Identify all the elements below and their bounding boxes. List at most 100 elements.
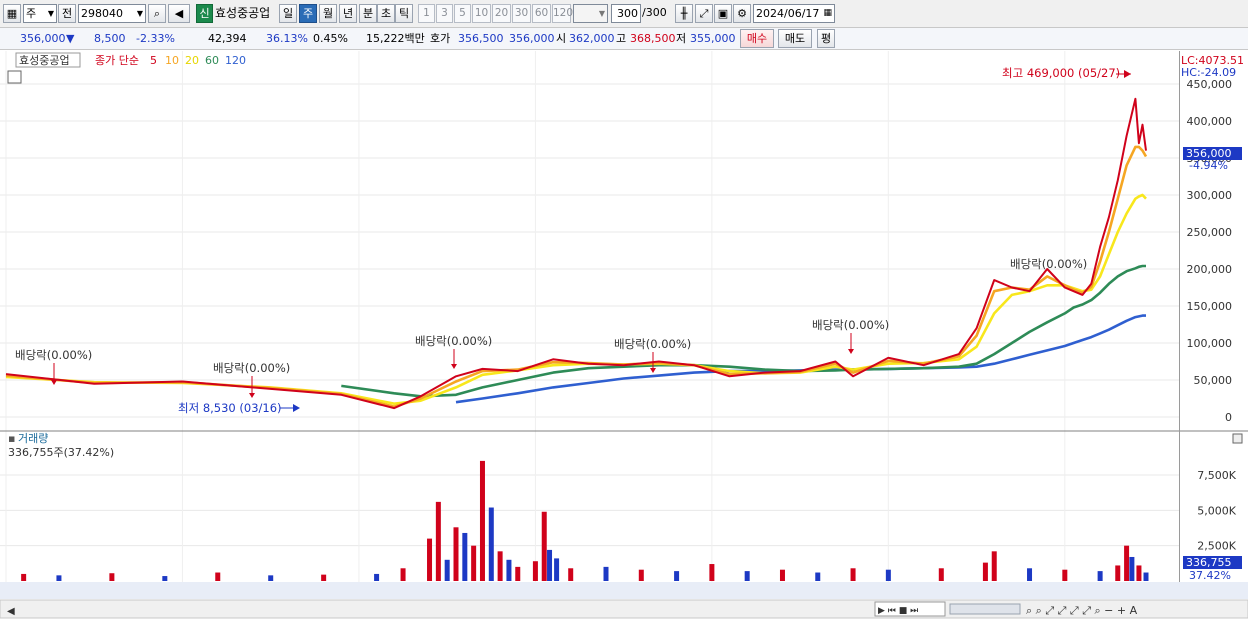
period-year-button[interactable]: 년 — [339, 4, 357, 23]
date-input[interactable]: 2024/06/17 ▦ — [753, 4, 835, 23]
code-input[interactable]: 298040 ▼ — [78, 4, 146, 23]
avg-button[interactable]: 평 — [817, 29, 835, 48]
last-volume-value: 336,755 — [1186, 556, 1232, 569]
buy-button[interactable]: 매수 — [740, 29, 774, 48]
candle-icon[interactable]: ╫ — [675, 4, 693, 23]
volume-tick-label: 2,500K — [1197, 540, 1236, 553]
volume-axis: 7,500K 5,000K 2,500K — [1197, 469, 1236, 553]
volume-bar — [162, 576, 168, 581]
interval-dropdown[interactable]: ▼ — [573, 4, 608, 23]
period-month-button[interactable]: 월 — [319, 4, 337, 23]
turnover-pct: 0.45% — [313, 32, 348, 45]
volume-bar — [1062, 569, 1068, 581]
volume-bar — [215, 572, 221, 581]
volume-bar — [1027, 568, 1033, 581]
low-label: 저 — [676, 32, 687, 45]
sell-button[interactable]: 매도 — [778, 29, 812, 48]
period-week-button[interactable]: 주 — [299, 4, 317, 23]
price-change: 8,500 — [94, 32, 126, 45]
volume-bar — [554, 558, 560, 581]
search-icon[interactable]: ⌕ — [148, 4, 166, 23]
dividend-label-2020: 배당락(0.00%) — [415, 334, 492, 348]
interval-3-button[interactable]: 3 — [436, 4, 453, 23]
chevron-down-icon: ▼ — [598, 9, 605, 18]
max-annotation: 최고 469,000 (05/27) — [1002, 66, 1120, 80]
type-select[interactable]: 주 ▼ — [23, 4, 57, 23]
save-icon[interactable]: ▣ — [714, 4, 732, 23]
scroll-left-icon[interactable]: ◀ — [7, 606, 15, 617]
play-icon[interactable]: ▶ ⏮ ■ ⏭ — [878, 606, 918, 616]
ma-5-label: 5 — [150, 54, 157, 67]
chart-area: 450,000400,000350,000300,000250,000200,0… — [0, 51, 1248, 621]
ma-label: 종가 단순 — [95, 54, 139, 67]
volume-bar — [744, 571, 750, 581]
volume-bar — [532, 561, 538, 581]
volume-bar — [321, 574, 327, 581]
price-tick-label: 100,000 — [1187, 337, 1233, 350]
volume-collapse-icon[interactable]: ▪ — [8, 432, 15, 445]
count-input[interactable]: 300 — [611, 4, 641, 23]
open-label: 시 — [556, 32, 567, 45]
ma-60-label: 60 — [205, 54, 219, 67]
interval-1-button[interactable]: 1 — [418, 4, 435, 23]
new-badge[interactable]: 신 — [196, 4, 213, 23]
high-label: 고 — [616, 32, 627, 45]
volume-bar — [1124, 545, 1130, 581]
period-day-button[interactable]: 일 — [279, 4, 297, 23]
interval-5-button[interactable]: 5 — [454, 4, 471, 23]
price-tick-label: 250,000 — [1187, 226, 1233, 239]
current-price: 356,000 — [20, 32, 66, 45]
volume-bar — [515, 566, 521, 581]
price-tick-label: 450,000 — [1187, 78, 1233, 91]
interval-60-button[interactable]: 60 — [532, 4, 551, 23]
period-second-button[interactable]: 초 — [377, 4, 395, 23]
axis-divider — [1179, 51, 1180, 599]
table-toggle-icon[interactable] — [7, 70, 22, 84]
zoom-tools-icon[interactable]: ⌕ ⌕ ⤢ ⤢ ⤢ ⤢ ⌕ − + A — [1026, 604, 1138, 617]
volume-bar — [488, 507, 494, 581]
ask-price: 356,500 — [458, 32, 504, 45]
ma-10-label: 10 — [165, 54, 179, 67]
low-price: 355,000 — [690, 32, 736, 45]
interval-30-button[interactable]: 30 — [512, 4, 531, 23]
interval-20-button[interactable]: 20 — [492, 4, 511, 23]
close-panel-icon[interactable] — [1232, 433, 1243, 444]
interval-10-button[interactable]: 10 — [472, 4, 491, 23]
scroll-thumb[interactable] — [949, 603, 1021, 615]
last-change-value: -4.94% — [1189, 159, 1228, 172]
speaker-icon[interactable]: ◀ — [168, 4, 190, 23]
draw-tool-icon[interactable]: ⤢ — [695, 4, 713, 23]
prev-button[interactable]: 전 — [58, 4, 76, 23]
price-tick-label: 150,000 — [1187, 300, 1233, 313]
volume-bar — [479, 460, 485, 581]
price-tick-label: 0 — [1225, 411, 1232, 424]
quote-bar: 356,000 ▼ 8,500 -2.33% 42,394 36.13% 0.4… — [0, 28, 1248, 50]
volume-bar — [850, 568, 856, 581]
hoga-label: 호가 — [430, 32, 451, 45]
dividend-label-2018: 배당락(0.00%) — [15, 348, 92, 362]
interval-120-button[interactable]: 120 — [552, 4, 573, 23]
date-axis-background — [0, 582, 1248, 599]
hc-value: HC:-24.09 — [1181, 66, 1236, 79]
volume-bar — [885, 569, 891, 581]
volume-tick-label: 7,500K — [1197, 469, 1236, 482]
volume-bar — [268, 575, 274, 581]
period-minute-button[interactable]: 분 — [359, 4, 377, 23]
volume-bar — [471, 545, 477, 581]
volume-bar — [638, 569, 644, 581]
gear-icon[interactable]: ⚙ — [733, 4, 751, 23]
price-tick-label: 400,000 — [1187, 115, 1233, 128]
volume-bar — [709, 564, 715, 581]
volume-bar — [374, 573, 380, 581]
last-volume-pct: 37.42% — [1189, 569, 1231, 582]
ma-20-label: 20 — [185, 54, 199, 67]
dividend-label-2021: 배당락(0.00%) — [614, 337, 691, 351]
dividend-label-2022: 배당락(0.00%) — [812, 318, 889, 332]
period-tick-button[interactable]: 틱 — [395, 4, 413, 23]
volume-bar — [982, 562, 988, 581]
window-menu-icon[interactable]: ▦ — [3, 4, 21, 23]
calendar-icon[interactable]: ▦ — [823, 5, 832, 22]
volume-bar — [435, 501, 441, 581]
open-price: 362,000 — [569, 32, 615, 45]
chart-background — [0, 51, 1248, 621]
